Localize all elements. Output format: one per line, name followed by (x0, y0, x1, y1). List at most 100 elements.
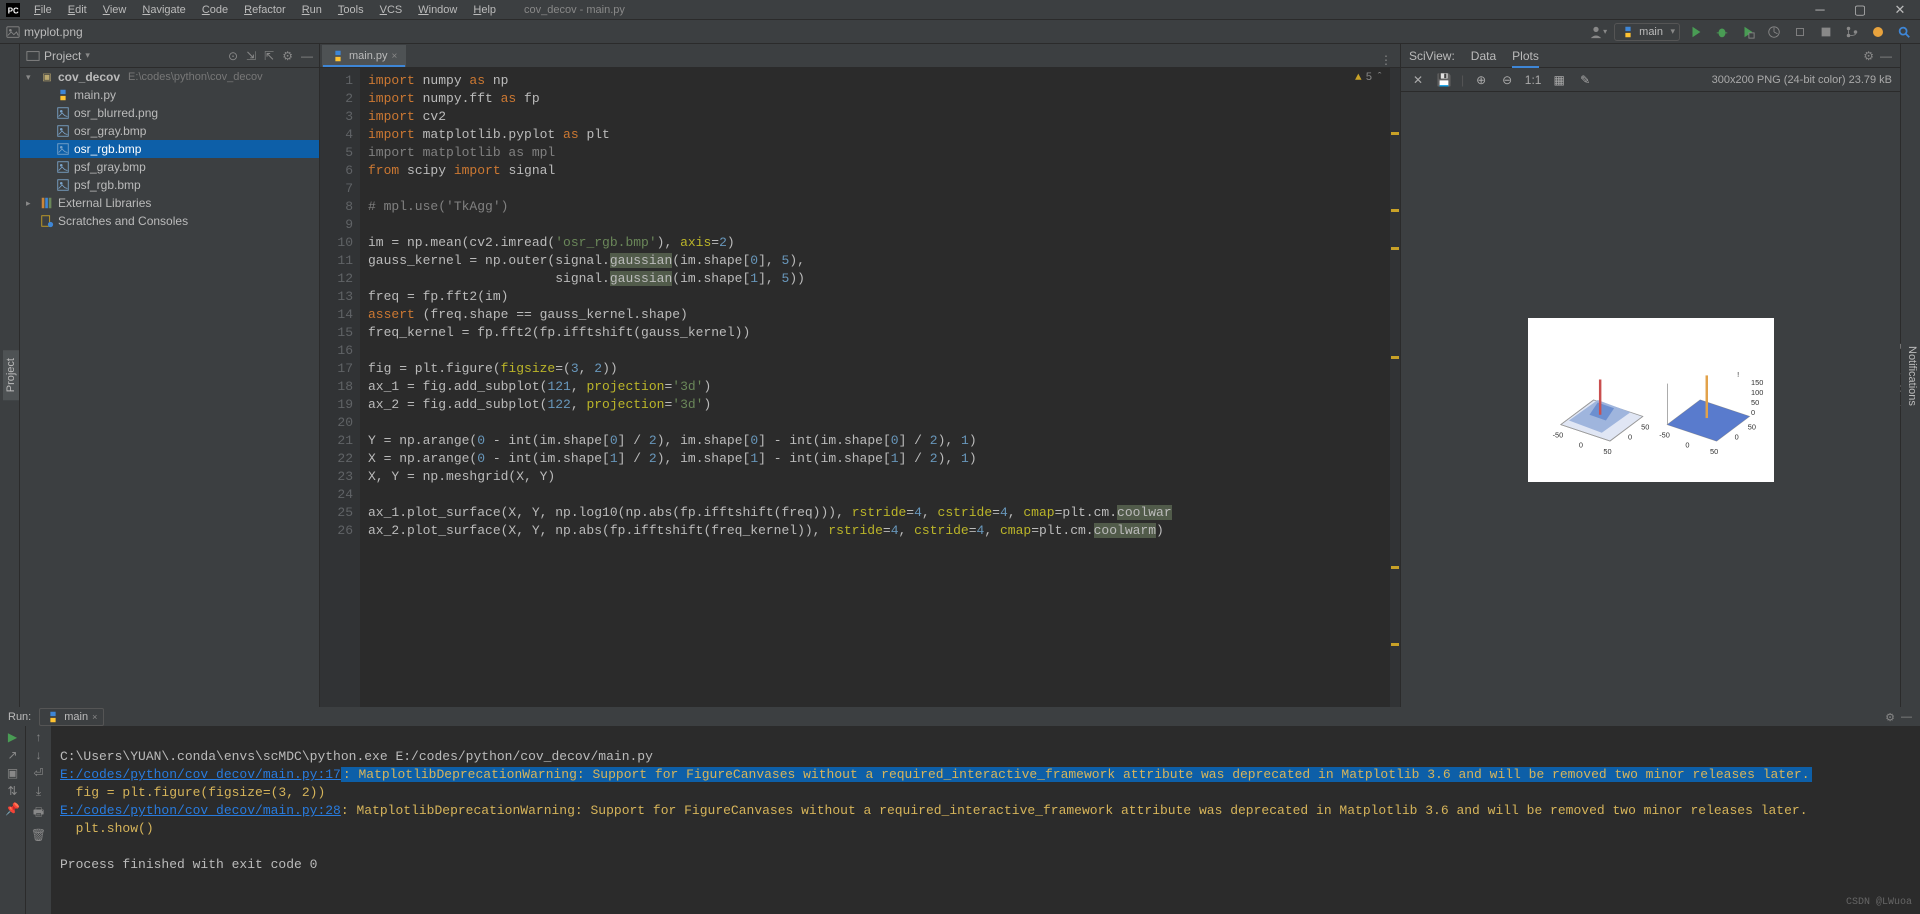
rerun-icon[interactable]: ▶ (8, 730, 17, 744)
menu-tools[interactable]: Tools (330, 4, 372, 16)
svg-text:50: 50 (1641, 422, 1649, 431)
svg-text:0: 0 (1628, 432, 1632, 441)
attach-button[interactable] (1790, 22, 1810, 42)
svg-text:0: 0 (1751, 407, 1755, 416)
up-icon[interactable]: ↑ (36, 730, 42, 744)
grid-icon[interactable]: ▦ (1550, 73, 1568, 87)
picker-icon[interactable]: ✎ (1576, 73, 1594, 87)
pycharm-logo-icon: PC (4, 1, 22, 19)
search-everywhere-button[interactable] (1894, 22, 1914, 42)
run-button[interactable] (1686, 22, 1706, 42)
sciview-hide-icon[interactable]: — (1880, 49, 1892, 63)
editor-gutter[interactable]: 1234567891011121314151617181920212223242… (320, 68, 360, 707)
breadcrumb-item[interactable]: myplot.png (24, 25, 83, 39)
code-editor[interactable]: ▲ 5 ˆ ˇ 12345678910111213141516171819202… (320, 68, 1400, 707)
menu-edit[interactable]: Edit (60, 4, 95, 16)
expand-icon[interactable]: ⇲ (246, 49, 256, 63)
tool-stop-icon[interactable]: ↗ (7, 748, 17, 762)
trash-icon[interactable]: 🗑 (31, 828, 46, 842)
close-button[interactable]: ✕ (1880, 2, 1920, 18)
save-plot-icon[interactable]: 💾 (1435, 73, 1453, 87)
run-tab-main[interactable]: main × (39, 708, 104, 726)
run-settings-icon[interactable]: ⚙ (1885, 711, 1895, 724)
python-file-icon (56, 88, 70, 102)
menu-refactor[interactable]: Refactor (236, 4, 294, 16)
run-title: Run: (8, 711, 31, 723)
ide-update-icon[interactable] (1868, 22, 1888, 42)
sciview-tab-plots[interactable]: Plots (1512, 44, 1539, 68)
project-panel-title: Project ▾ (26, 49, 222, 63)
console-link-1[interactable]: E:/codes/python/cov_decov/main.py:17 (60, 767, 341, 782)
editor-tabs-menu-icon[interactable]: ⋮ (1372, 53, 1400, 67)
sciview-settings-icon[interactable]: ⚙ (1863, 49, 1874, 63)
editor-tabs: main.py × ⋮ (320, 44, 1400, 68)
menu-help[interactable]: Help (465, 4, 504, 16)
hide-icon[interactable]: — (301, 49, 313, 63)
down-icon[interactable]: ↓ (36, 748, 42, 762)
scroll-icon[interactable]: ⤓ (36, 784, 41, 799)
run-hide-icon[interactable]: — (1901, 711, 1912, 724)
close-tab-icon[interactable]: × (392, 51, 398, 62)
zoom-in-icon[interactable]: ⊕ (1472, 73, 1490, 87)
debug-button[interactable] (1712, 22, 1732, 42)
plot-canvas[interactable]: -50 0 50 0 50 (1528, 318, 1774, 482)
wrap-icon[interactable]: ⏎ (33, 766, 43, 780)
editor-tab-main[interactable]: main.py × (322, 45, 406, 67)
svg-text:150: 150 (1751, 378, 1763, 387)
svg-text:50: 50 (1710, 447, 1718, 456)
console-link-2[interactable]: E:/codes/python/cov_decov/main.py:28 (60, 803, 341, 818)
tool-stop2-icon[interactable]: ▣ (7, 766, 18, 780)
tree-file[interactable]: psf_rgb.bmp (20, 176, 319, 194)
run-tool-window: Run: main × ⚙ — ▶ ↗ ▣ ⇅ 📌 ↑ ↓ ⏎ ⤓ 🖶 🗑 C:… (0, 707, 1920, 867)
tool-layout-icon[interactable]: ⇅ (7, 784, 17, 798)
window-title: cov_decov - main.py (524, 4, 625, 16)
tree-root[interactable]: ▾ ▣ cov_decov E:\codes\python\cov_decov (20, 68, 319, 86)
run-configuration-selector[interactable]: main (1614, 23, 1680, 41)
project-toolwindow-tab[interactable]: Project (3, 350, 19, 400)
image-file-icon (56, 124, 70, 138)
image-file-icon (56, 106, 70, 120)
zoom-out-icon[interactable]: ⊖ (1498, 73, 1516, 87)
menu-run[interactable]: Run (294, 4, 330, 16)
git-branch-icon[interactable] (1842, 22, 1862, 42)
user-icon[interactable]: ▾ (1588, 22, 1608, 42)
tree-file[interactable]: osr_gray.bmp (20, 122, 319, 140)
collapse-icon[interactable]: ⇱ (264, 49, 274, 63)
menu-vcs[interactable]: VCS (372, 4, 411, 16)
tree-file[interactable]: main.py (20, 86, 319, 104)
sciview-tab-data[interactable]: Data (1471, 44, 1496, 68)
menu-window[interactable]: Window (410, 4, 465, 16)
tool-pin-icon[interactable]: 📌 (5, 802, 20, 816)
svg-text:0: 0 (1578, 440, 1582, 449)
run-toolbar-secondary: ↑ ↓ ⏎ ⤓ 🖶 🗑 (26, 726, 52, 914)
project-tree[interactable]: ▾ ▣ cov_decov E:\codes\python\cov_decov … (20, 68, 319, 707)
svg-text:PC: PC (8, 6, 19, 15)
sciview-title: SciView: (1409, 49, 1455, 63)
print-icon[interactable]: 🖶 (33, 803, 44, 824)
menu-file[interactable]: File (26, 4, 60, 16)
maximize-button[interactable]: ▢ (1840, 2, 1880, 18)
minimize-button[interactable]: ─ (1800, 2, 1840, 18)
coverage-button[interactable] (1738, 22, 1758, 42)
tree-scratches[interactable]: Scratches and Consoles (20, 212, 319, 230)
breadcrumb[interactable]: myplot.png (6, 25, 83, 39)
fit-icon[interactable]: 1:1 (1524, 73, 1542, 87)
profile-button[interactable] (1764, 22, 1784, 42)
locate-icon[interactable]: ⊙ (228, 49, 238, 63)
project-icon (26, 49, 40, 63)
menu-code[interactable]: Code (194, 4, 236, 16)
editor-error-stripe[interactable] (1390, 68, 1400, 707)
tree-file[interactable]: osr_blurred.png (20, 104, 319, 122)
menu-view[interactable]: View (95, 4, 135, 16)
tree-file[interactable]: osr_rgb.bmp (20, 140, 319, 158)
stop-button[interactable] (1816, 22, 1836, 42)
menu-navigate[interactable]: Navigate (134, 4, 193, 16)
plot-info: 300x200 PNG (24-bit color) 23.79 kB (1712, 74, 1892, 86)
tree-file[interactable]: psf_gray.bmp (20, 158, 319, 176)
tree-external-libraries[interactable]: ▸ External Libraries (20, 194, 319, 212)
close-plot-icon[interactable]: ✕ (1409, 73, 1427, 87)
python-icon (46, 710, 60, 724)
right-tab-notifications[interactable]: Notifications (1904, 338, 1920, 414)
settings-icon[interactable]: ⚙ (282, 49, 293, 63)
run-console[interactable]: C:\Users\YUAN\.conda\envs\scMDC\python.e… (52, 726, 1920, 914)
